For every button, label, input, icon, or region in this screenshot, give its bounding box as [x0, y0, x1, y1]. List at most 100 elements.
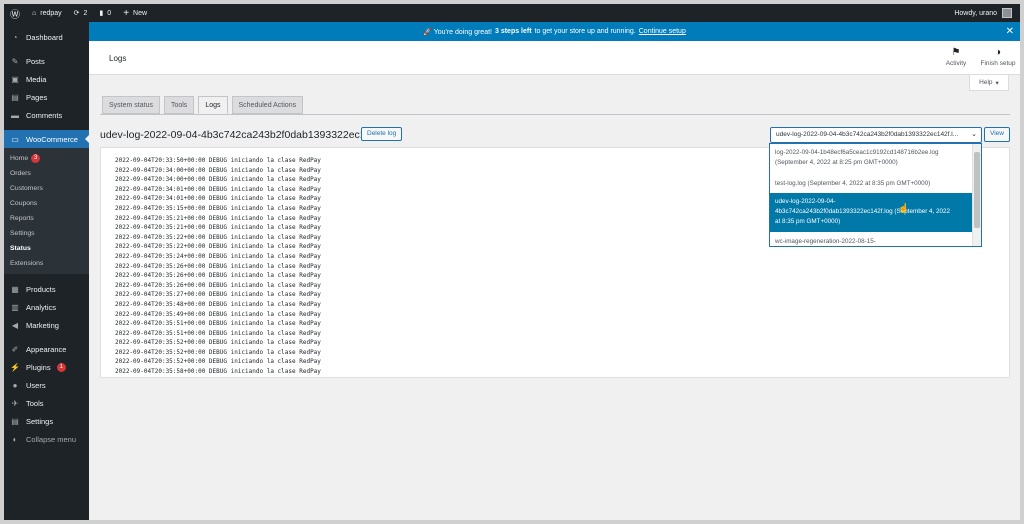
tab-logs[interactable]: Logs [198, 96, 228, 114]
submenu-orders[interactable]: Orders [4, 166, 89, 181]
menu-dashboard[interactable]: ◔ Dashboard [4, 28, 89, 46]
log-line: 2022-09-04T20:34:01+00:00 DEBUG iniciand… [115, 185, 321, 193]
menu-label: Marketing [26, 320, 59, 330]
log-line: 2022-09-04T20:35:26+00:00 DEBUG iniciand… [115, 272, 321, 280]
finish-setup-button[interactable]: ◑ Finish setup [979, 47, 1017, 67]
activity-button[interactable]: ⚑ Activity [939, 47, 973, 67]
collapse-icon: ◐ [12, 434, 18, 444]
scrollbar-thumb[interactable] [974, 152, 980, 228]
menu-posts[interactable]: ✎ Posts [4, 52, 89, 70]
notice-middle: to get your store up and running. [534, 28, 636, 35]
collapse-menu[interactable]: ◐ Collapse menu [4, 430, 89, 448]
close-icon[interactable]: ✕ [1006, 26, 1014, 37]
log-line: 2022-09-04T20:35:58+00:00 DEBUG iniciand… [115, 368, 321, 376]
tab-scheduled-actions[interactable]: Scheduled Actions [231, 96, 304, 114]
new-label: New [133, 9, 148, 17]
comments-icon: ▬ [11, 110, 19, 120]
new-content-link[interactable]: + New [117, 4, 153, 22]
log-line: 2022-09-04T20:35:52+00:00 DEBUG iniciand… [115, 358, 321, 366]
menu-products[interactable]: ▦ Products [4, 280, 89, 298]
notice-prefix: 🚀 You're doing great! [423, 28, 492, 36]
dropdown-option-selected[interactable]: udev-log-2022-09-04- 4b3c742ca243b2f0dab… [770, 193, 973, 232]
submenu-settings[interactable]: Settings [4, 226, 89, 241]
notice-bold: 3 steps left [494, 28, 532, 35]
page-title: Logs [109, 54, 127, 63]
menu-marketing[interactable]: ◀ Marketing [4, 316, 89, 334]
avatar [1002, 8, 1012, 18]
log-file-dropdown[interactable]: log-2022-09-04-1b48ecf6a5ceac1c9192cd148… [769, 143, 982, 247]
dropdown-option[interactable]: log-2022-09-04-1b48ecf6a5ceac1c9192cd148… [770, 148, 973, 168]
setup-notice: 🚀 You're doing great! 3 steps left to ge… [89, 22, 1020, 41]
menu-label: Collapse menu [26, 434, 77, 444]
menu-label: Pages [26, 92, 48, 102]
delete-log-button[interactable]: Delete log [361, 127, 403, 141]
option-text: udev-log-2022-09-04- [775, 198, 836, 205]
wordpress-icon: Ⓦ [10, 9, 20, 21]
submenu-label: Coupons [10, 200, 38, 207]
submenu-customers[interactable]: Customers [4, 181, 89, 196]
dropdown-option[interactable]: wc-image-regeneration-2022-08-15- [770, 237, 973, 246]
log-file-select[interactable]: udev-log-2022-09-04-4b3c742ca243b2f0dab1… [770, 127, 982, 143]
flag-icon: ⚑ [951, 47, 961, 58]
submenu-status[interactable]: Status [4, 241, 89, 256]
wordpress-logo[interactable]: Ⓦ [4, 4, 26, 22]
submenu-home[interactable]: Home 3 [4, 151, 89, 166]
site-name: redpay [40, 9, 62, 17]
updates-link[interactable]: ⟳ 2 [68, 4, 94, 22]
submenu-label: Status [10, 245, 31, 252]
dropdown-option[interactable]: test-log.log (September 4, 2022 at 8:35 … [770, 179, 973, 189]
option-text: 4b3c742ca243b2f0dab1393322ec142f.log (Se… [775, 208, 951, 215]
submenu-label: Extensions [10, 260, 44, 267]
menu-appearance[interactable]: ✐ Appearance [4, 340, 89, 358]
notification-badge: 3 [31, 154, 41, 163]
menu-analytics[interactable]: ▥ Analytics [4, 298, 89, 316]
log-line: 2022-09-04T20:35:51+00:00 DEBUG iniciand… [115, 320, 321, 328]
marketing-icon: ◀ [11, 320, 19, 330]
woocommerce-submenu: Home 3 Orders Customers Coupons Reports S… [4, 148, 89, 274]
activity-label: Activity [945, 60, 967, 67]
appearance-icon: ✐ [11, 344, 19, 354]
tab-system-status[interactable]: System status [102, 96, 160, 114]
menu-label: Comments [26, 110, 63, 120]
site-name-link[interactable]: ⌂ redpay [26, 4, 68, 22]
comments-count: 0 [107, 9, 112, 17]
menu-label: Plugins [26, 362, 51, 372]
log-line: 2022-09-04T20:35:52+00:00 DEBUG iniciand… [115, 339, 321, 347]
account-menu[interactable]: Howdy, urano [954, 8, 1020, 18]
dashboard-icon: ◔ [12, 32, 18, 42]
tab-tools[interactable]: Tools [163, 96, 195, 114]
submenu-reports[interactable]: Reports [4, 211, 89, 226]
plugins-icon: ⚡ [10, 362, 20, 372]
menu-comments[interactable]: ▬ Comments [4, 106, 89, 124]
comment-icon: ▮ [99, 10, 104, 17]
browser-frame: Ⓦ ⌂ redpay ⟳ 2 ▮ 0 + New Howdy, urano ◔ D… [4, 4, 1020, 520]
continue-setup-link[interactable]: Continue setup [639, 28, 686, 35]
submenu-label: Orders [10, 170, 31, 177]
view-button[interactable]: View [984, 127, 1010, 142]
option-text: test-log.log (September 4, 2022 at 8:35 … [775, 180, 931, 187]
log-line: 2022-09-04T20:33:50+00:00 DEBUG iniciand… [115, 157, 321, 164]
menu-tools[interactable]: ✈ Tools [4, 394, 89, 412]
log-line: 2022-09-04T20:35:26+00:00 DEBUG iniciand… [115, 281, 321, 289]
users-icon: ● [12, 380, 18, 390]
option-text: (September 4, 2022 at 8:25 pm GMT+0000) [775, 159, 898, 166]
notification-badge: 1 [56, 362, 66, 372]
woo-icon: ▭ [11, 134, 19, 144]
page-icon: ▤ [11, 92, 19, 102]
submenu-extensions[interactable]: Extensions [4, 256, 89, 271]
dropdown-scrollbar[interactable] [972, 144, 981, 246]
pin-icon: ✎ [11, 56, 19, 66]
option-text: at 8:35 pm GMT+0000) [775, 218, 841, 225]
menu-users[interactable]: ● Users [4, 376, 89, 394]
help-tab[interactable]: Help ▾ [969, 75, 1009, 91]
menu-woocommerce[interactable]: ▭ WooCommerce [4, 130, 89, 148]
menu-media[interactable]: ▣ Media [4, 70, 89, 88]
menu-label: Tools [26, 398, 44, 408]
log-line: 2022-09-04T20:35:22+00:00 DEBUG iniciand… [115, 233, 321, 241]
menu-plugins[interactable]: ⚡ Plugins 1 [4, 358, 89, 376]
submenu-coupons[interactable]: Coupons [4, 196, 89, 211]
comments-link[interactable]: ▮ 0 [93, 4, 117, 22]
caret-down-icon: ▾ [995, 79, 999, 87]
menu-pages[interactable]: ▤ Pages [4, 88, 89, 106]
menu-settings[interactable]: ▤ Settings [4, 412, 89, 430]
